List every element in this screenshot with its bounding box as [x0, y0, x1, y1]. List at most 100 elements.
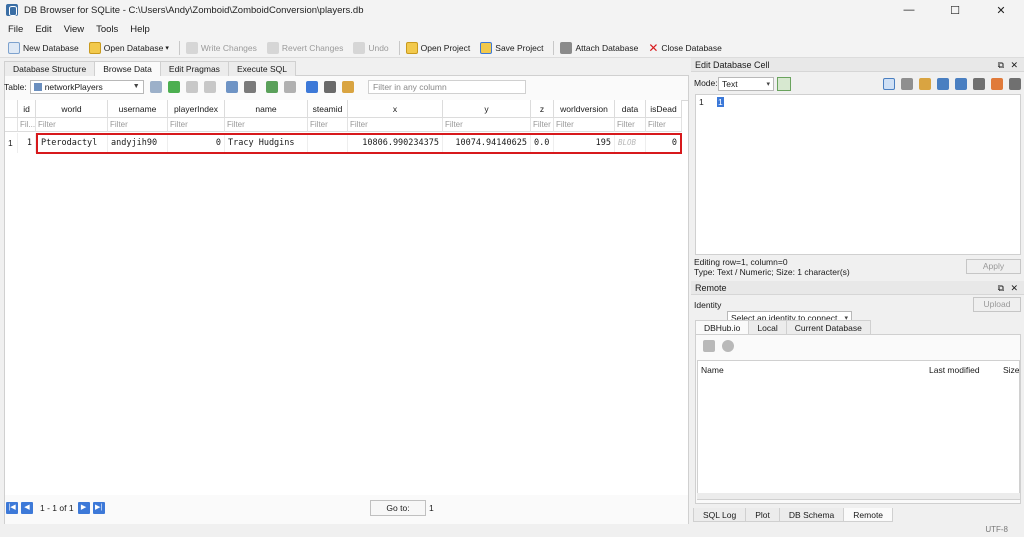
row-number[interactable]: 1	[5, 133, 18, 153]
save-table-icon[interactable]	[225, 81, 238, 93]
tab-local[interactable]: Local	[748, 320, 787, 335]
column-header-data[interactable]: data	[615, 100, 646, 118]
upload-button[interactable]: Upload	[973, 297, 1021, 312]
remote-column-name[interactable]: Name	[701, 365, 724, 375]
clear-icon[interactable]	[991, 78, 1003, 90]
filter-world[interactable]: Filter	[36, 118, 108, 132]
remote-list-scrollbar[interactable]	[697, 493, 1020, 499]
undo-button[interactable]: Undo	[353, 41, 389, 54]
filter-steamid[interactable]: Filter	[308, 118, 348, 132]
apply-button[interactable]: Apply	[966, 259, 1021, 274]
column-header-y[interactable]: y	[443, 100, 531, 118]
tab-execute-sql[interactable]: Execute SQL	[227, 61, 297, 76]
add-filter-icon[interactable]	[149, 81, 162, 93]
column-header-z[interactable]: z	[531, 100, 554, 118]
first-record-button[interactable]: |◀	[6, 502, 18, 514]
menu-tools[interactable]: Tools	[90, 24, 124, 35]
print-cell-icon[interactable]	[1009, 78, 1021, 90]
column-header-username[interactable]: username	[108, 100, 168, 118]
import-icon[interactable]	[919, 78, 931, 90]
insert-record-icon[interactable]	[265, 81, 278, 93]
tab-remote[interactable]: Remote	[843, 508, 894, 522]
goto-input[interactable]: 1	[426, 500, 686, 516]
sort-icon[interactable]	[203, 81, 216, 93]
table-select[interactable]: networkPlayers ▼	[29, 80, 144, 94]
open-project-button[interactable]: Open Project	[405, 41, 470, 54]
auto-switch-mode-icon[interactable]	[777, 77, 791, 91]
column-header-world[interactable]: world	[36, 100, 108, 118]
new-database-button[interactable]: New Database	[8, 41, 79, 54]
mode-select[interactable]: Text ▾	[718, 77, 774, 91]
font-icon[interactable]	[305, 81, 318, 93]
previous-record-button[interactable]: ◀	[21, 502, 33, 514]
tab-current-database[interactable]: Current Database	[785, 320, 871, 335]
tab-database-structure[interactable]: Database Structure	[4, 61, 96, 76]
column-header-x[interactable]: x	[348, 100, 443, 118]
tab-plot[interactable]: Plot	[745, 508, 780, 522]
format-icon[interactable]	[323, 81, 336, 93]
delete-record-icon[interactable]	[283, 81, 296, 93]
close-window-button[interactable]: ✕	[978, 0, 1024, 20]
cell-editor[interactable]: 1 1	[695, 94, 1021, 255]
column-header-steamid[interactable]: steamid	[308, 100, 348, 118]
refresh-icon[interactable]	[703, 340, 715, 352]
filter-name[interactable]: Filter	[225, 118, 308, 132]
data-grid	[5, 100, 688, 495]
filter-any-column-input[interactable]: Filter in any column	[368, 80, 526, 94]
tab-sql-log[interactable]: SQL Log	[693, 508, 747, 522]
maximize-button[interactable]: ☐	[932, 0, 978, 20]
save-project-button[interactable]: Save Project	[480, 41, 543, 54]
clone-icon[interactable]	[722, 340, 734, 352]
set-null-icon[interactable]	[955, 78, 967, 90]
menu-help[interactable]: Help	[124, 24, 156, 35]
filter-z[interactable]: Filter	[531, 118, 554, 132]
float-pane-icon[interactable]: ⧉	[998, 281, 1004, 295]
tab-edit-pragmas[interactable]: Edit Pragmas	[159, 61, 229, 76]
column-header-playerindex[interactable]: playerIndex	[168, 100, 225, 118]
menu-file[interactable]: File	[2, 24, 29, 35]
indent-icon[interactable]	[901, 78, 913, 90]
open-database-button[interactable]: Open Database ▾	[88, 41, 169, 54]
attach-database-button[interactable]: Attach Database	[560, 41, 638, 54]
float-pane-icon[interactable]: ⧉	[998, 58, 1004, 72]
cell-id[interactable]: 1	[18, 133, 36, 153]
open-project-icon	[405, 41, 418, 54]
cell-content[interactable]: 1	[717, 97, 724, 107]
filter-id[interactable]: Fil...	[18, 118, 36, 132]
filter-worldversion[interactable]: Filter	[554, 118, 615, 132]
close-pane-icon[interactable]: ✕	[1010, 281, 1018, 295]
filter-isdead[interactable]: Filter	[646, 118, 682, 132]
last-record-button[interactable]: ▶|	[92, 502, 105, 514]
print-icon[interactable]	[243, 81, 256, 93]
close-pane-icon[interactable]: ✕	[1010, 58, 1018, 72]
highlight-icon[interactable]	[341, 81, 354, 93]
clear-filters-icon[interactable]	[185, 81, 198, 93]
column-header-worldversion[interactable]: worldversion	[554, 100, 615, 118]
word-wrap-icon[interactable]	[883, 78, 895, 90]
filter-x[interactable]: Filter	[348, 118, 443, 132]
menu-view[interactable]: View	[58, 24, 90, 35]
table-label: Table:	[4, 82, 27, 92]
tab-db-schema[interactable]: DB Schema	[778, 508, 845, 522]
remote-column-size[interactable]: Size	[1003, 365, 1019, 375]
filter-playerindex[interactable]: Filter	[168, 118, 225, 132]
minimize-button[interactable]: —	[886, 0, 932, 20]
save-cell-icon[interactable]	[973, 78, 985, 90]
remote-column-last-modified[interactable]: Last modified	[929, 365, 980, 375]
filter-username[interactable]: Filter	[108, 118, 168, 132]
export-icon[interactable]	[937, 78, 949, 90]
column-header-id[interactable]: id	[18, 100, 36, 118]
tab-dbhub[interactable]: DBHub.io	[695, 320, 750, 335]
close-database-button[interactable]: ✕ Close Database	[648, 41, 722, 55]
goto-button[interactable]: Go to:	[370, 500, 426, 516]
revert-changes-button[interactable]: Revert Changes	[266, 41, 343, 54]
column-header-name[interactable]: name	[225, 100, 308, 118]
tab-browse-data[interactable]: Browse Data	[94, 61, 161, 76]
write-changes-button[interactable]: Write Changes	[185, 41, 257, 54]
menu-edit[interactable]: Edit	[29, 24, 57, 35]
filter-data[interactable]: Filter	[615, 118, 646, 132]
next-record-button[interactable]: ▶	[77, 502, 90, 514]
refresh-icon[interactable]	[167, 81, 180, 93]
column-header-isdead[interactable]: isDead	[646, 100, 682, 118]
filter-y[interactable]: Filter	[443, 118, 531, 132]
